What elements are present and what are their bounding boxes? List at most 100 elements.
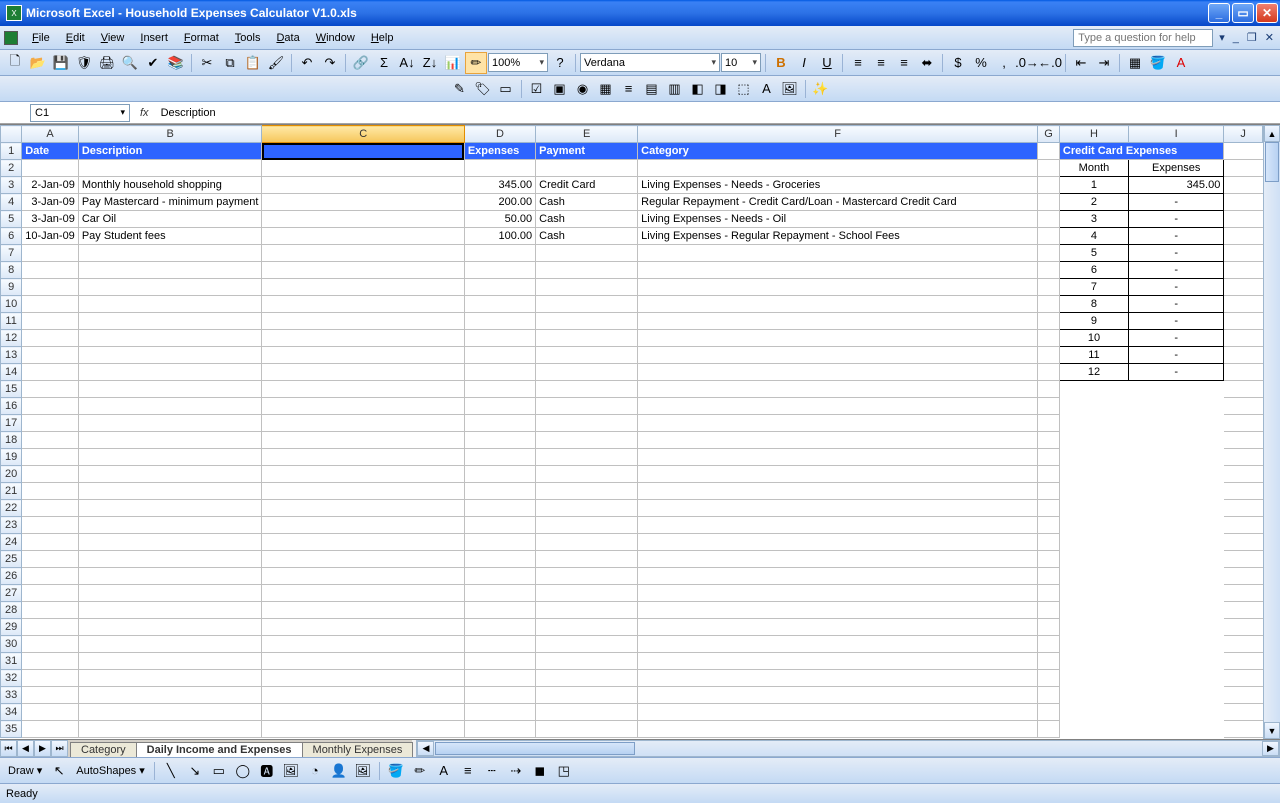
cell[interactable] [638, 517, 1038, 534]
menu-data[interactable]: Data [268, 29, 307, 47]
tool-icon[interactable]: 🏷 [472, 78, 494, 100]
redo-icon[interactable]: ↷ [319, 52, 341, 74]
tool-icon[interactable]: ◧ [687, 78, 709, 100]
cell[interactable] [638, 602, 1038, 619]
cell[interactable] [78, 721, 262, 738]
row-header[interactable]: 12 [1, 330, 22, 347]
cell[interactable] [638, 551, 1038, 568]
cell[interactable]: Cash [536, 194, 638, 211]
cell[interactable] [1038, 364, 1060, 381]
decrease-decimal-icon[interactable]: ←.0 [1039, 52, 1061, 74]
cell[interactable] [464, 432, 535, 449]
cell[interactable] [1038, 568, 1060, 585]
cell[interactable] [22, 636, 79, 653]
cell[interactable] [536, 262, 638, 279]
cell[interactable]: - [1129, 364, 1224, 381]
cell[interactable] [262, 296, 464, 313]
cell[interactable] [1224, 177, 1263, 194]
tool-icon[interactable]: ⬚ [733, 78, 755, 100]
row-header[interactable]: 31 [1, 653, 22, 670]
cell[interactable]: Credit Card [536, 177, 638, 194]
decrease-indent-icon[interactable]: ⇤ [1070, 52, 1092, 74]
cell[interactable]: Month [1059, 160, 1128, 177]
oval-icon[interactable]: ◯ [232, 760, 254, 782]
cell[interactable] [536, 364, 638, 381]
cell[interactable] [1129, 585, 1224, 602]
select-all-corner[interactable] [1, 126, 22, 143]
menu-file[interactable]: File [24, 29, 58, 47]
cell[interactable] [638, 415, 1038, 432]
cell[interactable] [1038, 721, 1060, 738]
row-header[interactable]: 4 [1, 194, 22, 211]
cell[interactable] [1129, 466, 1224, 483]
cell[interactable] [464, 602, 535, 619]
cell[interactable] [1224, 211, 1263, 228]
cell[interactable] [1129, 517, 1224, 534]
cell[interactable] [638, 585, 1038, 602]
cell[interactable] [262, 500, 464, 517]
cell[interactable] [1038, 704, 1060, 721]
copy-icon[interactable]: ⧉ [219, 52, 241, 74]
cell[interactable] [638, 449, 1038, 466]
cell[interactable] [22, 687, 79, 704]
column-header[interactable]: G [1038, 126, 1060, 143]
cell[interactable] [536, 687, 638, 704]
cell[interactable]: - [1129, 279, 1224, 296]
cell[interactable]: - [1129, 194, 1224, 211]
cell[interactable]: - [1129, 296, 1224, 313]
cell[interactable] [1038, 619, 1060, 636]
cell[interactable] [1059, 653, 1128, 670]
research-icon[interactable]: 📚 [165, 52, 187, 74]
cell[interactable]: 10-Jan-09 [22, 228, 79, 245]
undo-icon[interactable]: ↶ [296, 52, 318, 74]
cell[interactable] [1059, 687, 1128, 704]
cell[interactable] [1059, 466, 1128, 483]
row-header[interactable]: 2 [1, 160, 22, 177]
cell[interactable] [1129, 500, 1224, 517]
cell[interactable]: Description [78, 143, 262, 160]
paste-icon[interactable]: 📋 [242, 52, 264, 74]
cell[interactable] [22, 449, 79, 466]
column-header[interactable]: C [262, 126, 464, 143]
row-header[interactable]: 26 [1, 568, 22, 585]
cell[interactable] [78, 704, 262, 721]
font-color-icon[interactable]: A [1170, 52, 1192, 74]
clipart-icon[interactable]: 👤 [328, 760, 350, 782]
name-box[interactable]: C1▾ [30, 104, 130, 122]
row-header[interactable]: 6 [1, 228, 22, 245]
cell[interactable] [78, 432, 262, 449]
cell[interactable] [78, 619, 262, 636]
cell[interactable] [464, 551, 535, 568]
cell[interactable] [1038, 347, 1060, 364]
cell[interactable] [1129, 636, 1224, 653]
cell[interactable]: Car Oil [78, 211, 262, 228]
cell[interactable] [638, 262, 1038, 279]
cell[interactable] [536, 568, 638, 585]
cell[interactable] [464, 415, 535, 432]
cell[interactable] [78, 330, 262, 347]
3d-icon[interactable]: ◳ [553, 760, 575, 782]
menu-insert[interactable]: Insert [132, 29, 176, 47]
cell[interactable] [262, 364, 464, 381]
first-sheet-icon[interactable]: ⏮ [0, 740, 17, 757]
cell[interactable] [1224, 466, 1263, 483]
cell[interactable] [78, 279, 262, 296]
cell[interactable]: Living Expenses - Regular Repayment - Sc… [638, 228, 1038, 245]
cell[interactable] [638, 670, 1038, 687]
cell[interactable] [22, 381, 79, 398]
cell[interactable] [1059, 415, 1128, 432]
cell[interactable]: 100.00 [464, 228, 535, 245]
cell[interactable] [536, 653, 638, 670]
cell[interactable] [1129, 432, 1224, 449]
row-header[interactable]: 34 [1, 704, 22, 721]
tool-icon[interactable]: ◨ [710, 78, 732, 100]
cell[interactable]: - [1129, 330, 1224, 347]
cell[interactable] [536, 721, 638, 738]
cell[interactable] [638, 534, 1038, 551]
menu-format[interactable]: Format [176, 29, 227, 47]
spreadsheet-grid[interactable]: ABCDEFGHIJ1DateDescriptionExpensesPaymen… [0, 124, 1280, 739]
cell[interactable] [1224, 279, 1263, 296]
cell[interactable]: Living Expenses - Needs - Groceries [638, 177, 1038, 194]
cell[interactable] [1129, 653, 1224, 670]
cell[interactable] [1224, 534, 1263, 551]
